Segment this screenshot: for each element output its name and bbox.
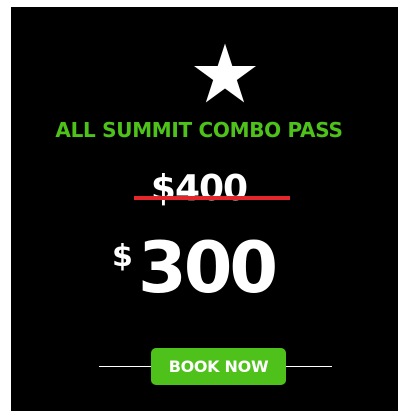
pass-title: ALL SUMMIT COMBO PASS: [55, 118, 343, 142]
divider-right: [286, 366, 332, 367]
sale-amount: 300: [138, 227, 278, 309]
price-strikethrough: [134, 196, 290, 200]
star-icon: [194, 43, 256, 103]
currency-symbol: $: [112, 239, 133, 274]
book-now-button[interactable]: BOOK NOW: [151, 348, 286, 385]
divider-left: [99, 366, 151, 367]
original-price: $400: [150, 168, 248, 209]
